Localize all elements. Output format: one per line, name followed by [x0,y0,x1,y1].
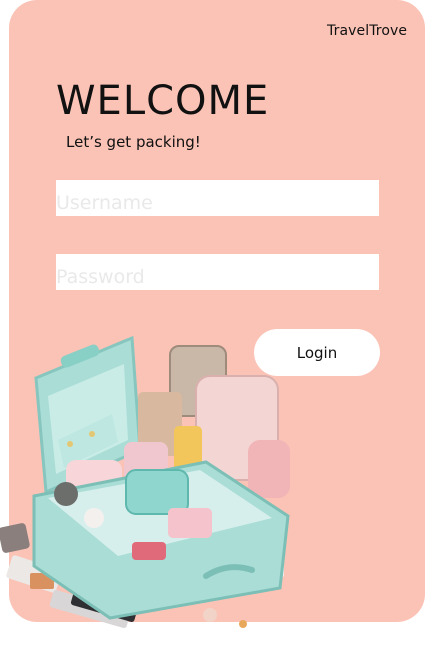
page-title: WELCOME [56,78,270,124]
tagline: Let’s get packing! [66,133,201,151]
password-field[interactable] [56,254,379,290]
brand-logo: TravelTrove [327,23,408,39]
username-field[interactable] [56,180,379,216]
open-suitcase-illustration [0,335,290,628]
